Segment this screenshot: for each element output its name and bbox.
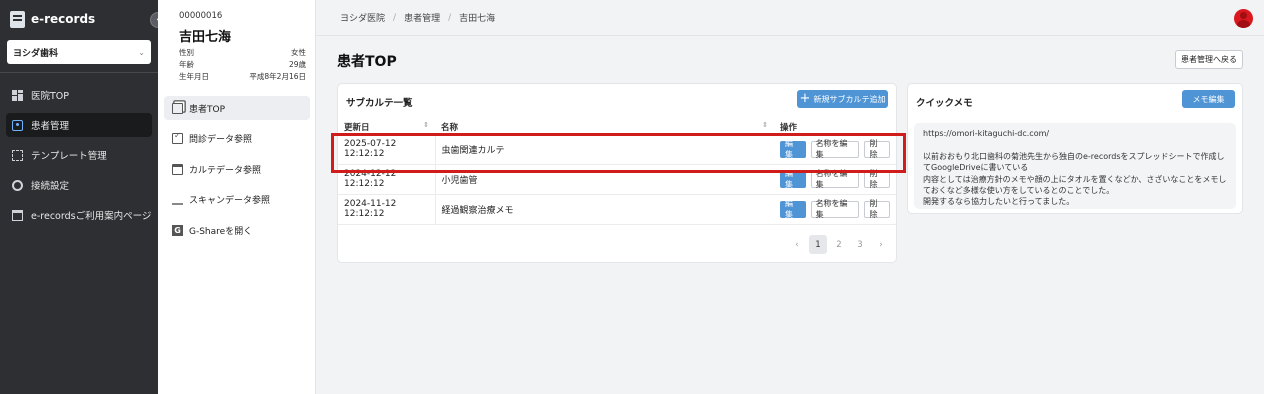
patient-badge-icon [12,119,23,131]
breadcrumb-item-clinic[interactable]: ヨシダ医院 [340,11,385,24]
clinic-select[interactable]: ヨシダ歯科 ⌄ [7,40,151,64]
breadcrumb-separator: / [448,12,452,23]
next-page-icon[interactable]: › [872,235,890,254]
edit-button[interactable]: 編集 [780,199,806,219]
nav-item-patient-management[interactable]: 患者管理 [6,113,152,137]
scanner-icon [172,199,183,205]
nav-item-template-management[interactable]: テンプレート管理 [6,143,152,167]
plus-icon: + [799,91,811,106]
main-nav: 医院TOP 患者管理 テンプレート管理 接続設定 e-recordsご利用案内ペ… [0,73,158,231]
highlight-box [331,133,906,173]
clinic-select-value: ヨシダ歯科 [13,48,59,59]
breadcrumb: ヨシダ医院 / 患者管理 / 吉田七海 [316,0,1264,36]
copy-icon [172,102,183,114]
template-icon [12,149,23,161]
subkarte-card: サブカルテ一覧 + 新規サブカルテ追加 更新日 ⇕ 名称 ⇕ 操作 2025-07-… [337,83,897,263]
gear-icon [12,179,23,191]
table-header-row: 更新日 ⇕ 名称 ⇕ 操作 [338,120,896,135]
field-label: 生年月日 [179,72,209,81]
chevron-down-icon: ⌄ [138,47,145,57]
patient-menu-scan[interactable]: スキャンデータ参照 [164,188,310,212]
breadcrumb-item-patients[interactable]: 患者管理 [404,11,440,24]
g-share-icon: G [172,224,183,236]
quick-memo-card: クイックメモ メモ編集 https://omori-kitaguchi-dc.c… [907,83,1243,214]
field-label: 性別 [179,48,194,57]
delete-button[interactable]: 削除 [864,199,891,219]
patient-menu-questionnaire[interactable]: 問診データ参照 [164,127,310,151]
delete-button[interactable]: 削除 [864,169,891,189]
rename-button[interactable]: 名称を編集 [810,199,860,219]
nav-item-label: 医院TOP [31,91,70,102]
menu-label: カルテデータ参照 [189,165,262,176]
menu-label: 患者TOP [189,104,226,115]
column-header-name[interactable]: 名称 ⇕ [435,120,774,135]
nav-item-connection-settings[interactable]: 接続設定 [6,173,152,197]
patient-menu: 患者TOP 問診データ参照 カルテデータ参照 スキャンデータ参照 G G-Sha… [164,96,310,249]
pagination: ‹ 1 2 3 › [338,235,896,254]
menu-label: スキャンデータ参照 [189,196,271,206]
patient-name: 吉田七海 [179,30,232,45]
patient-id: 00000016 [179,11,223,21]
column-header-date[interactable]: 更新日 ⇕ [338,120,435,135]
breadcrumb-separator: / [393,12,397,23]
rename-button[interactable]: 名称を編集 [810,169,860,189]
brand[interactable]: e-records [0,0,158,38]
dashboard-icon [12,89,23,101]
sort-icon[interactable]: ⇕ [423,121,429,129]
patient-field-birthdate: 生年月日 平成8年2月16日 [179,71,306,82]
patient-menu-gshare[interactable]: G G-Shareを開く [164,218,310,242]
field-value: 女性 [291,48,306,57]
page-button-1[interactable]: 1 [809,235,827,254]
nav-item-guide-page[interactable]: e-recordsご利用案内ページ [6,203,152,227]
menu-label: G-Shareを開く [189,226,253,237]
prev-page-icon[interactable]: ‹ [788,235,806,254]
nav-item-label: e-recordsご利用案内ページ [31,211,152,222]
patient-menu-karte[interactable]: カルテデータ参照 [164,157,310,181]
back-to-patients-button[interactable]: 患者管理へ戻る [1175,50,1243,69]
patient-panel: 00000016 吉田七海 性別 女性 年齢 29歳 生年月日 平成8年2月16… [158,0,316,394]
main-sidebar: e-records ヨシダ歯科 ⌄ 医院TOP 患者管理 テンプレート管理 接続… [0,0,158,394]
e-records-logo-icon [10,10,25,28]
add-subkarte-label: 新規サブカルテ追加 [813,94,886,104]
row-name[interactable]: 経過観察治療メモ [435,194,774,225]
nav-item-label: 患者管理 [31,121,70,132]
card-icon [172,163,183,175]
page-title: 患者TOP [337,54,397,70]
field-label: 年齢 [179,60,194,69]
edit-button[interactable]: 編集 [780,169,806,189]
menu-label: 問診データ参照 [189,135,253,145]
sort-icon[interactable]: ⇕ [762,121,768,129]
patient-field-sex: 性別 女性 [179,47,306,58]
memo-text: https://omori-kitaguchi-dc.com/ 以前おおもり北口… [914,123,1236,209]
header-label: 名称 [441,122,459,133]
user-avatar[interactable] [1234,9,1253,28]
add-subkarte-button[interactable]: + 新規サブカルテ追加 [797,90,888,108]
main-content: ヨシダ医院 / 患者管理 / 吉田七海 患者TOP 患者管理へ戻る サブカルテ一… [316,0,1264,394]
column-header-ops: 操作 [774,120,896,135]
browser-window-icon [12,209,23,221]
app-name: e-records [31,12,96,26]
field-value: 平成8年2月16日 [249,72,306,81]
quick-memo-title: クイックメモ [916,98,973,109]
nav-item-label: テンプレート管理 [31,151,107,162]
breadcrumb-item-current: 吉田七海 [459,14,496,24]
patient-menu-top[interactable]: 患者TOP [164,96,310,120]
nav-item-clinic-top[interactable]: 医院TOP [6,83,152,107]
nav-item-label: 接続設定 [31,181,70,192]
field-value: 29歳 [288,60,306,69]
row-date: 2024-11-12 12:12:12 [338,194,436,225]
edit-memo-button[interactable]: メモ編集 [1182,90,1235,108]
patient-field-age: 年齢 29歳 [179,59,306,70]
row-ops: 編集 名称を編集 削除 [774,194,896,225]
page-button-2[interactable]: 2 [830,235,848,254]
table-row: 2024-11-12 12:12:12 経過観察治療メモ 編集 名称を編集 削除 [338,194,896,225]
header-label: 更新日 [344,122,370,133]
page-button-3[interactable]: 3 [851,235,869,254]
subkarte-title: サブカルテ一覧 [346,98,413,109]
checklist-icon [172,131,183,144]
